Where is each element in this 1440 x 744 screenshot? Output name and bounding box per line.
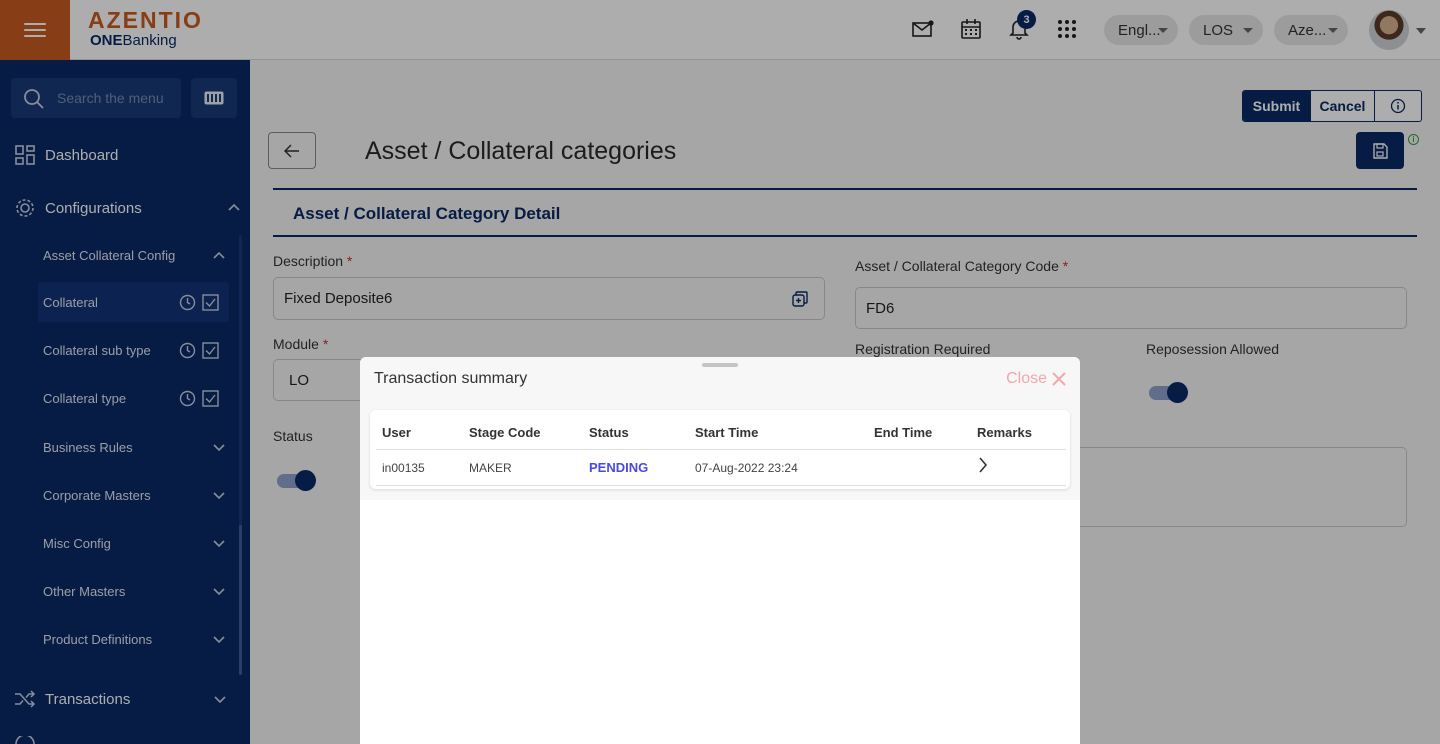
column-header-status: Status [589, 425, 629, 440]
drag-handle[interactable] [702, 363, 738, 367]
column-header-user: User [382, 425, 411, 440]
close-button[interactable]: Close [1006, 370, 1066, 388]
close-label: Close [1006, 370, 1047, 387]
close-icon [1052, 372, 1066, 386]
column-header-remarks: Remarks [977, 425, 1032, 440]
cell-user: in00135 [382, 461, 425, 475]
modal-title: Transaction summary [374, 370, 528, 387]
transaction-summary-modal: Transaction summary Close User Stage Cod… [360, 357, 1080, 744]
transaction-table: User Stage Code Status Start Time End Ti… [370, 410, 1070, 489]
column-header-end-time: End Time [874, 425, 933, 440]
column-header-stage-code: Stage Code [469, 425, 541, 440]
modal-header: Transaction summary Close User Stage Cod… [360, 357, 1080, 500]
column-header-start-time: Start Time [695, 425, 759, 440]
cell-start-time: 07-Aug-2022 23:24 [695, 461, 798, 475]
header-divider [376, 449, 1066, 450]
row-divider [376, 485, 1066, 486]
chevron-right-icon[interactable] [978, 457, 988, 473]
cell-stage-code: MAKER [469, 461, 512, 475]
cell-status: PENDING [589, 460, 649, 475]
